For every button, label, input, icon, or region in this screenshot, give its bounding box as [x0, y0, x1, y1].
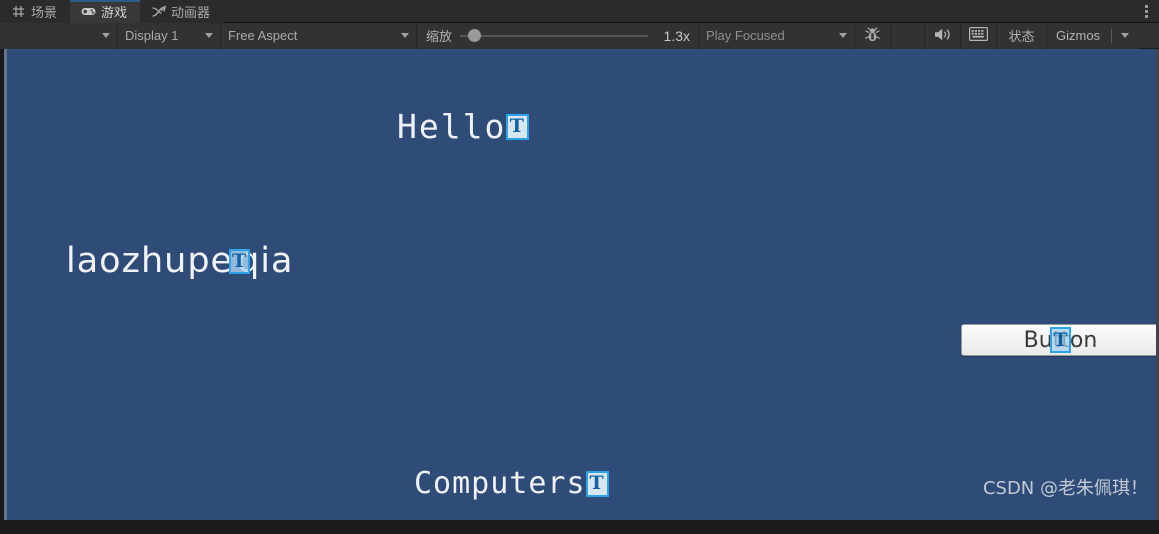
chevron-down-icon: [401, 33, 409, 38]
text-component-badge-icon[interactable]: T: [1050, 327, 1071, 353]
kebab-menu-icon[interactable]: [1133, 0, 1159, 22]
game-view-left-edge: [4, 49, 7, 520]
gizmos-dropdown[interactable]: Gizmos: [1047, 22, 1139, 49]
divider: [1111, 28, 1113, 43]
display-label: Display 1: [125, 28, 179, 43]
text-component-badge-icon[interactable]: T: [506, 113, 530, 140]
chevron-down-icon: [205, 33, 213, 38]
chevron-down-icon: [839, 33, 847, 38]
zoom-slider-handle[interactable]: [467, 29, 481, 42]
play-focus-label: Play Focused: [706, 28, 785, 43]
gamepad-icon: [81, 4, 96, 19]
mute-audio-button[interactable]: [925, 22, 961, 49]
text-component-badge-icon[interactable]: T: [229, 248, 251, 274]
tab-scene-label: 场景: [31, 5, 58, 20]
toolbar-spacer: [891, 22, 925, 49]
aspect-ratio-dropdown[interactable]: Free Aspect: [221, 22, 417, 49]
game-view-toolbar: Display 1 Free Aspect 缩放 1.3x Play Focus…: [0, 22, 1159, 49]
display-dropdown[interactable]: Display 1: [118, 22, 221, 49]
bug-icon: [864, 26, 881, 46]
game-object-computers-text[interactable]: Computers T: [414, 466, 609, 501]
tab-game[interactable]: 游戏: [70, 0, 141, 23]
low-resolution-dropdown[interactable]: [0, 22, 118, 49]
chevron-down-icon: [102, 33, 110, 38]
debug-toggle-button[interactable]: [855, 22, 891, 49]
laozhu-text-label-part1: laozhupe: [66, 241, 234, 281]
tab-scene[interactable]: 场景: [0, 0, 71, 23]
computers-text-label: Computers: [414, 466, 586, 501]
window-tab-bar: 场景 游戏 动画器: [0, 0, 1159, 23]
zoom-slider[interactable]: [460, 29, 648, 42]
branch-icon: [151, 4, 166, 19]
grid-icon: [11, 4, 26, 19]
aspect-ratio-label: Free Aspect: [228, 28, 298, 43]
tab-bar-filler: [223, 0, 1133, 22]
tab-game-label: 游戏: [101, 5, 128, 20]
stats-grid-button[interactable]: [961, 22, 997, 49]
unity-game-view-window: 场景 游戏 动画器 Display 1 Free Aspect 缩放 1.3x …: [0, 0, 1159, 534]
zoom-label: 缩放: [426, 29, 453, 44]
game-render-surface[interactable]: Hello T laozhupe T qia Computers T Butto…: [4, 49, 1156, 520]
tab-animator[interactable]: 动画器: [140, 0, 224, 23]
zoom-slider-track: [460, 34, 648, 37]
stats-label: 状态: [1008, 29, 1035, 44]
game-object-laozhu-text[interactable]: laozhupe T qia: [66, 241, 293, 281]
chevron-down-icon[interactable]: [1121, 33, 1130, 38]
play-focus-dropdown[interactable]: Play Focused: [699, 22, 855, 49]
speaker-icon: [933, 27, 953, 45]
zoom-value: 1.3x: [663, 27, 690, 44]
gizmos-label: Gizmos: [1056, 28, 1101, 43]
game-view-bottom-bar: [0, 520, 1159, 534]
zoom-control: 缩放 1.3x: [417, 22, 699, 49]
tab-animator-label: 动画器: [171, 5, 211, 20]
csdn-watermark: CSDN @老朱佩琪！: [982, 478, 1148, 499]
game-object-hello-text[interactable]: Hello T: [397, 107, 530, 146]
hello-text-label: Hello: [397, 107, 507, 146]
game-view-container: Hello T laozhupe T qia Computers T Butto…: [0, 49, 1159, 534]
text-component-badge-icon[interactable]: T: [585, 470, 609, 497]
stats-grid-icon: [969, 27, 988, 44]
stats-toggle-button[interactable]: 状态: [997, 22, 1047, 49]
game-object-ui-button[interactable]: Button T: [961, 324, 1156, 356]
